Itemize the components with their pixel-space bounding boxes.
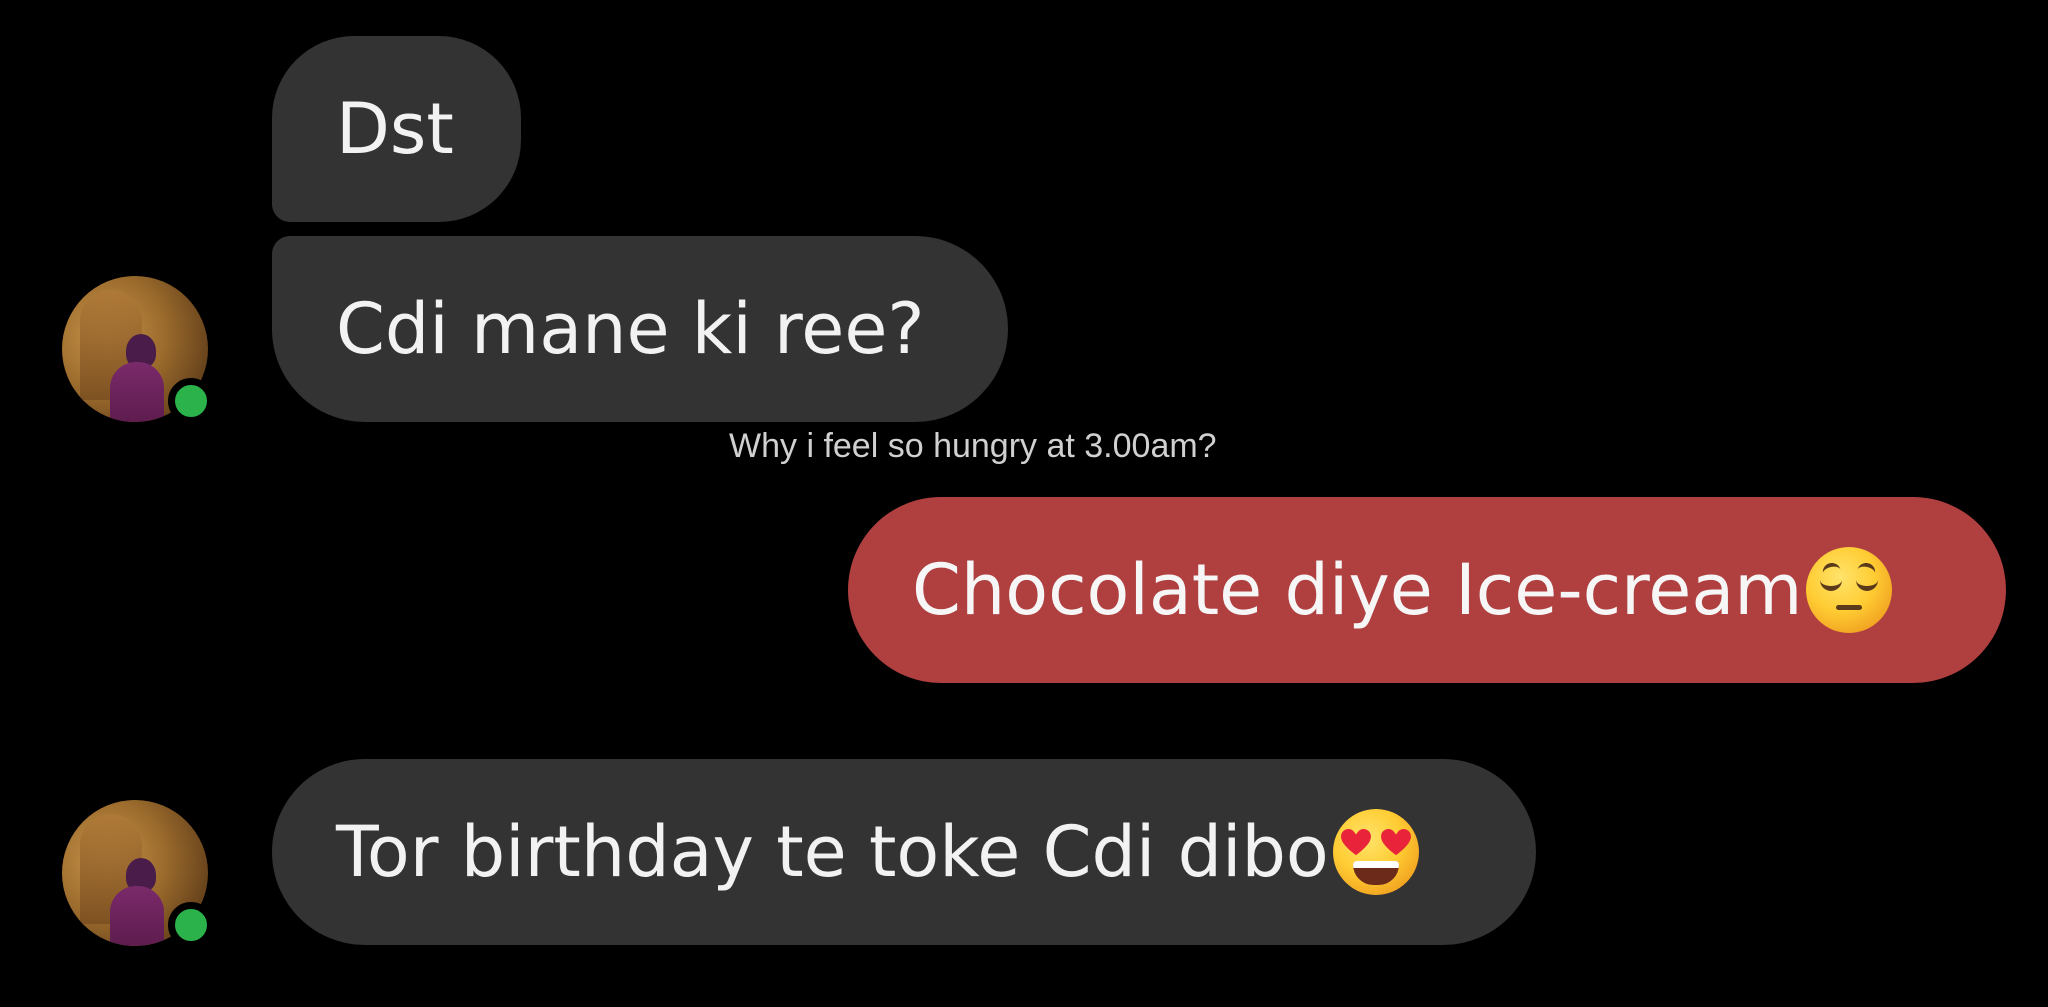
outgoing-message-bubble[interactable]: Chocolate diye Ice-cream	[848, 497, 2006, 683]
incoming-message-bubble[interactable]: Tor birthday te toke Cdi dibo	[272, 759, 1536, 945]
message-text: Chocolate diye Ice-cream	[912, 549, 1803, 631]
message-text: Dst	[336, 88, 454, 170]
message-text: Cdi mane ki ree?	[336, 288, 925, 370]
relieved-face-emoji-icon	[1806, 547, 1893, 633]
incoming-message-bubble[interactable]: Cdi mane ki ree?	[272, 236, 1008, 422]
message-text: Tor birthday te toke Cdi dibo	[336, 811, 1329, 893]
incoming-message-bubble[interactable]: Dst	[272, 36, 521, 222]
chat-thread: Dst Cdi mane ki ree? Why i feel so hungr…	[0, 0, 2048, 1007]
contact-avatar[interactable]	[62, 276, 214, 424]
online-status-dot	[168, 378, 214, 424]
contact-avatar[interactable]	[62, 800, 214, 948]
caption-text: Why i feel so hungry at 3.00am?	[729, 427, 1217, 465]
heart-eyes-emoji-icon	[1332, 809, 1419, 895]
online-status-dot	[168, 902, 214, 948]
